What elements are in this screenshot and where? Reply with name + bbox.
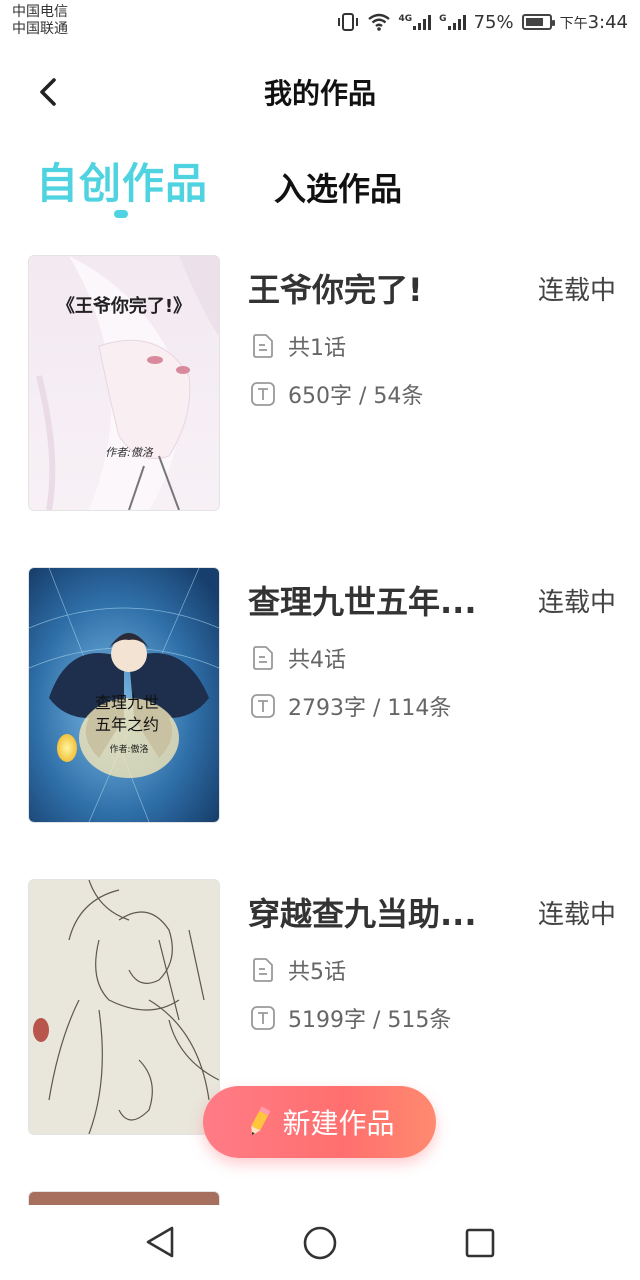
work-cover-1[interactable]: 《王爷你完了!》 作者:傲洛 xyxy=(28,255,220,511)
work-stats-3: 5199字 / 515条 xyxy=(250,1002,451,1034)
home-circle-icon[interactable] xyxy=(302,1225,338,1261)
text-icon xyxy=(251,1006,275,1030)
document-icon xyxy=(253,958,273,982)
episodes-label: 共1话 xyxy=(288,336,346,361)
signal-bars-icon xyxy=(447,14,466,30)
cover-illustration: 查理九世 五年之约 作者:傲洛 xyxy=(29,568,219,822)
signal-2: G xyxy=(439,14,466,30)
battery-fill xyxy=(525,18,543,26)
text-icon xyxy=(251,694,275,718)
cover-title-text-2: 五年之约 xyxy=(95,715,159,734)
work-title-1[interactable]: 王爷你完了! xyxy=(248,265,423,311)
cover-title-text-1: 查理九世 xyxy=(95,693,159,712)
status-icons: 4G G 75% 下午3:44 xyxy=(337,10,628,34)
text-icon xyxy=(251,382,275,406)
recent-square-icon[interactable] xyxy=(464,1227,496,1259)
time-prefix: 下午 xyxy=(559,15,588,32)
battery-percent: 75% xyxy=(473,11,514,33)
battery-icon xyxy=(521,14,555,30)
cover-illustration xyxy=(29,880,219,1134)
work-episodes-2: 共4话 xyxy=(250,642,346,674)
network-type-2: G xyxy=(439,14,447,24)
new-work-label: 新建作品 xyxy=(282,1107,395,1140)
document-icon xyxy=(253,334,273,358)
cover-illustration: 《王爷你完了!》 作者:傲洛 xyxy=(29,256,219,510)
carrier-labels: 中国电信 中国联通 xyxy=(12,4,68,38)
cover-title-text: 《王爷你完了!》 xyxy=(57,295,191,317)
back-triangle-icon[interactable] xyxy=(144,1225,176,1259)
stats-label: 5199字 / 515条 xyxy=(288,1008,452,1033)
signal-1: 4G xyxy=(399,14,432,30)
work-episodes-3: 共5话 xyxy=(250,954,346,986)
episodes-label: 共4话 xyxy=(288,648,346,673)
work-episodes-1: 共1话 xyxy=(250,330,346,362)
work-title-2[interactable]: 查理九世五年... xyxy=(248,577,476,623)
stats-label: 650字 / 54条 xyxy=(288,384,424,409)
work-status-3: 连载中 xyxy=(538,900,617,930)
work-status-1: 连载中 xyxy=(538,276,617,306)
cover-author-text: 作者:傲洛 xyxy=(109,743,148,755)
status-bar: 中国电信 中国联通 4G G 75% 下午3:44 xyxy=(0,0,640,44)
wifi-icon xyxy=(367,13,390,31)
tab-original-works[interactable]: 自创作品 xyxy=(36,150,208,211)
clock: 3:44 xyxy=(587,11,628,33)
episodes-label: 共5话 xyxy=(288,960,346,985)
work-stats-2: 2793字 / 114条 xyxy=(250,690,451,722)
work-title-3[interactable]: 穿越查九当助... xyxy=(248,889,476,935)
tab-selected-works[interactable]: 入选作品 xyxy=(274,164,402,210)
work-stats-1: 650字 / 54条 xyxy=(250,378,423,410)
work-status-2: 连载中 xyxy=(538,588,617,618)
signal-bars-icon xyxy=(413,14,432,30)
active-tab-indicator xyxy=(114,210,128,218)
vibrate-icon xyxy=(337,13,358,31)
work-cover-2[interactable]: 查理九世 五年之约 作者:傲洛 xyxy=(28,567,220,823)
new-work-button[interactable]: 新建作品 xyxy=(203,1086,436,1158)
carrier-1: 中国电信 xyxy=(12,4,68,20)
page-title: 我的作品 xyxy=(263,77,376,110)
document-icon xyxy=(253,646,273,670)
carrier-2: 中国联通 xyxy=(12,21,68,37)
network-type-1: 4G xyxy=(398,14,413,24)
cover-author-text: 作者:傲洛 xyxy=(105,446,154,459)
work-cover-3[interactable] xyxy=(28,879,220,1135)
system-nav-bar xyxy=(0,1205,640,1280)
pencil-icon xyxy=(251,1106,271,1136)
stats-label: 2793字 / 114条 xyxy=(288,696,452,721)
